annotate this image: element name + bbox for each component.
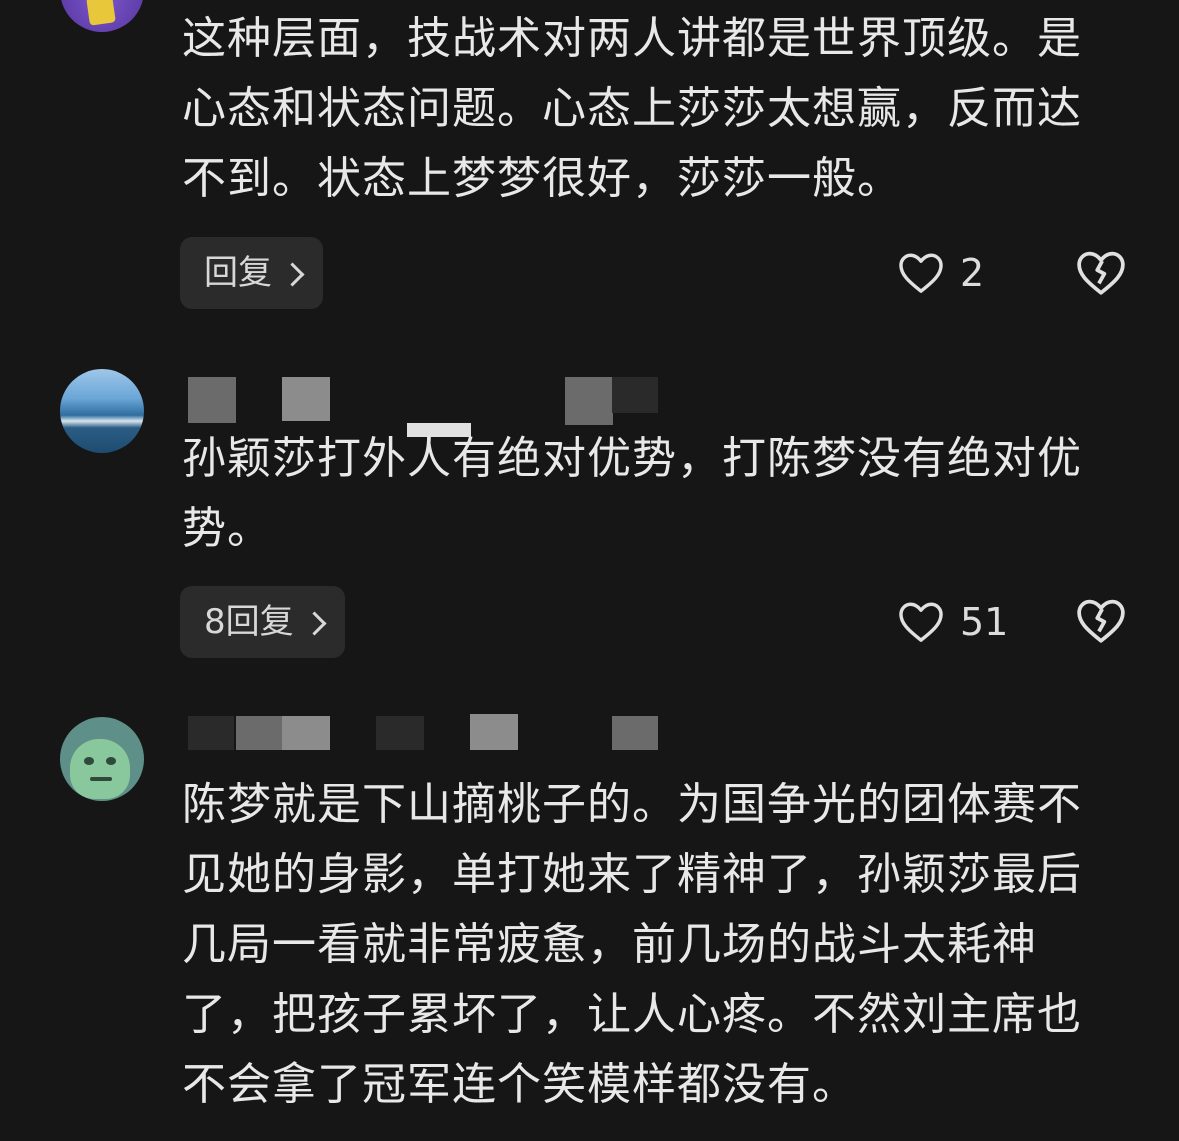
heart-outline-icon xyxy=(899,602,943,642)
user-avatar[interactable] xyxy=(60,369,144,453)
user-avatar[interactable] xyxy=(60,0,144,32)
like-count: 51 xyxy=(960,600,1009,644)
dislike-button[interactable] xyxy=(1076,250,1126,296)
like-button[interactable]: 51 xyxy=(898,592,1008,652)
dislike-button[interactable] xyxy=(1076,598,1126,644)
comment-text: 陈梦就是下山摘桃子的。为国争光的团体赛不见她的身影，单打她来了精神了，孙颖莎最后… xyxy=(182,779,1082,1110)
reply-label: 8回复 xyxy=(204,602,294,642)
heart-outline-icon xyxy=(899,253,943,293)
comment-text: 孙颖莎打外人有绝对优势，打陈梦没有绝对优势。 xyxy=(182,433,1082,554)
like-button[interactable]: 2 xyxy=(898,243,984,303)
avatar-badge xyxy=(86,0,116,26)
user-avatar[interactable] xyxy=(60,717,144,801)
broken-heart-icon xyxy=(1077,251,1125,295)
comment-text: 这种层面，技战术对两人讲都是世界顶级。是心态和状态问题。心态上莎莎太想赢，反而达… xyxy=(182,13,1082,204)
like-count: 2 xyxy=(960,251,985,295)
reply-button[interactable]: 回复 xyxy=(180,237,323,309)
avatar-face xyxy=(70,739,130,799)
broken-heart-icon xyxy=(1077,599,1125,643)
reply-button[interactable]: 8回复 xyxy=(180,586,345,658)
chevron-right-icon xyxy=(302,610,327,636)
chevron-right-icon xyxy=(280,261,305,287)
reply-label: 回复 xyxy=(204,253,272,293)
